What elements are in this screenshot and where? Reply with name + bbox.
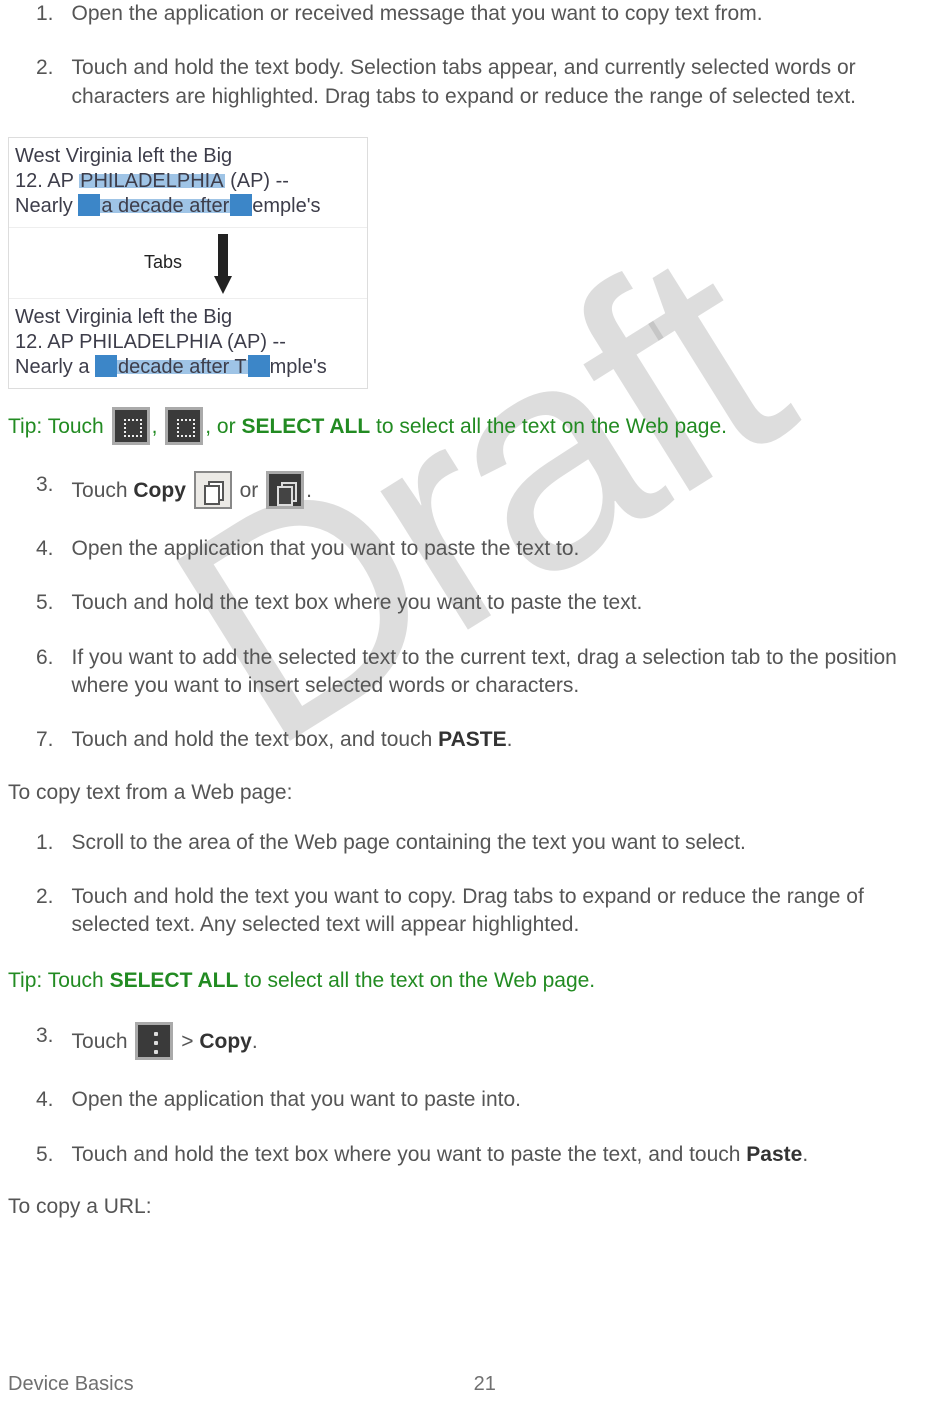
steps-list-d: 3. Touch > Copy. 4. Open the application… xyxy=(8,1022,941,1169)
section-intro: To copy a URL: xyxy=(8,1195,941,1219)
copy-icon xyxy=(194,471,232,509)
fig-text: (AP) -- xyxy=(225,170,289,192)
steps-list-c: 1. Scroll to the area of the Web page co… xyxy=(8,829,941,940)
list-item: 4. Open the application that you want to… xyxy=(8,1086,941,1114)
tip-text: , or xyxy=(205,415,241,438)
text-fragment: or xyxy=(234,479,264,502)
highlighted-text: decade after T xyxy=(117,356,248,378)
copy-icon xyxy=(266,471,304,509)
step-number: 2. xyxy=(8,883,54,940)
tip-text: to select all the text on the Web page. xyxy=(238,969,595,992)
fig-text: mple's xyxy=(270,356,327,378)
tip-text: , xyxy=(152,415,164,438)
footer-section: Device Basics xyxy=(8,1373,134,1396)
fig-text: Nearly xyxy=(15,195,78,217)
list-item: 5. Touch and hold the text box where you… xyxy=(8,1141,941,1169)
highlighted-text: PHILADELPHIA xyxy=(79,170,224,192)
step-text: Touch and hold the text box where you wa… xyxy=(72,589,941,617)
list-item: 4. Open the application that you want to… xyxy=(8,535,941,563)
list-item: 1. Scroll to the area of the Web page co… xyxy=(8,829,941,857)
selection-handle-icon xyxy=(95,355,117,377)
step-number: 5. xyxy=(8,589,54,617)
steps-list-a: 1. Open the application or received mess… xyxy=(8,0,941,111)
fig-text: emple's xyxy=(252,195,320,217)
tip-label: Tip xyxy=(8,969,36,992)
text-fragment: . xyxy=(306,479,312,502)
tip-text: : Touch xyxy=(36,969,109,992)
select-all-label: SELECT ALL xyxy=(241,415,370,438)
tip-text: to select all the text on the Web page. xyxy=(370,415,727,438)
tip-paragraph: Tip: Touch SELECT ALL to select all the … xyxy=(8,966,941,996)
copy-label: Copy xyxy=(133,479,186,502)
step-text: Scroll to the area of the Web page conta… xyxy=(72,829,941,857)
text-fragment: . xyxy=(252,1030,258,1053)
paste-label: Paste xyxy=(746,1143,802,1166)
text-fragment: > xyxy=(175,1030,199,1053)
highlighted-text: a decade after xyxy=(100,195,230,217)
list-item: 1. Open the application or received mess… xyxy=(8,0,941,28)
select-all-label: SELECT ALL xyxy=(110,969,239,992)
paste-label: PASTE xyxy=(438,728,506,751)
text-fragment: . xyxy=(802,1143,808,1166)
fig-text: West Virginia left the Big xyxy=(15,306,232,328)
step-number: 5. xyxy=(8,1141,54,1169)
footer-page-number: 21 xyxy=(474,1373,496,1396)
step-text: Touch and hold the text you want to copy… xyxy=(72,883,941,940)
list-item: 6. If you want to add the selected text … xyxy=(8,644,941,701)
step-text: Open the application that you want to pa… xyxy=(72,535,941,563)
step-number: 6. xyxy=(8,644,54,701)
step-text: Open the application or received message… xyxy=(72,0,941,28)
step-text: Touch Copy or . xyxy=(72,471,941,509)
select-all-icon xyxy=(112,407,150,445)
fig-text: 12. AP PHILADELPHIA (AP) -- xyxy=(15,331,286,353)
step-text: If you want to add the selected text to … xyxy=(72,644,941,701)
selection-handle-icon xyxy=(248,355,270,377)
list-item: 2. Touch and hold the text body. Selecti… xyxy=(8,54,941,111)
down-arrow-icon xyxy=(214,234,232,294)
selection-handle-icon xyxy=(230,194,252,216)
menu-icon xyxy=(135,1022,173,1060)
step-text: Touch and hold the text body. Selection … xyxy=(72,54,941,111)
text-fragment xyxy=(186,479,192,502)
step-number: 7. xyxy=(8,726,54,754)
text-fragment: Touch xyxy=(72,479,134,502)
step-number: 4. xyxy=(8,1086,54,1114)
fig-text: Nearly a xyxy=(15,356,95,378)
step-number: 3. xyxy=(8,471,54,509)
fig-text: 12. AP xyxy=(15,170,79,192)
text-fragment: Touch xyxy=(72,1030,134,1053)
selection-figure: West Virginia left the Big 12. AP PHILAD… xyxy=(8,137,368,389)
list-item: 3. Touch > Copy. xyxy=(8,1022,941,1060)
tabs-label: Tabs xyxy=(144,234,182,273)
tip-label: Tip xyxy=(8,415,36,438)
list-item: 3. Touch Copy or . xyxy=(8,471,941,509)
fig-text: West Virginia left the Big xyxy=(15,145,232,167)
step-number: 3. xyxy=(8,1022,54,1060)
step-text: Open the application that you want to pa… xyxy=(72,1086,941,1114)
step-number: 2. xyxy=(8,54,54,111)
step-text: Touch > Copy. xyxy=(72,1022,941,1060)
text-fragment: Touch and hold the text box where you wa… xyxy=(72,1143,747,1166)
step-text: Touch and hold the text box, and touch P… xyxy=(72,726,941,754)
steps-list-b: 3. Touch Copy or . 4. Open the applicati… xyxy=(8,471,941,755)
step-number: 4. xyxy=(8,535,54,563)
text-fragment: . xyxy=(507,728,513,751)
step-number: 1. xyxy=(8,0,54,28)
selection-handle-icon xyxy=(78,194,100,216)
section-intro: To copy text from a Web page: xyxy=(8,781,941,805)
tip-paragraph: Tip: Touch , , or SELECT ALL to select a… xyxy=(8,407,941,445)
list-item: 7. Touch and hold the text box, and touc… xyxy=(8,726,941,754)
text-fragment: Touch and hold the text box, and touch xyxy=(72,728,439,751)
page-footer: Device Basics 21 xyxy=(8,1373,941,1396)
copy-label: Copy xyxy=(199,1030,252,1053)
step-text: Touch and hold the text box where you wa… xyxy=(72,1141,941,1169)
step-number: 1. xyxy=(8,829,54,857)
select-all-icon xyxy=(165,407,203,445)
list-item: 2. Touch and hold the text you want to c… xyxy=(8,883,941,940)
tip-text: : Touch xyxy=(36,415,109,438)
list-item: 5. Touch and hold the text box where you… xyxy=(8,589,941,617)
